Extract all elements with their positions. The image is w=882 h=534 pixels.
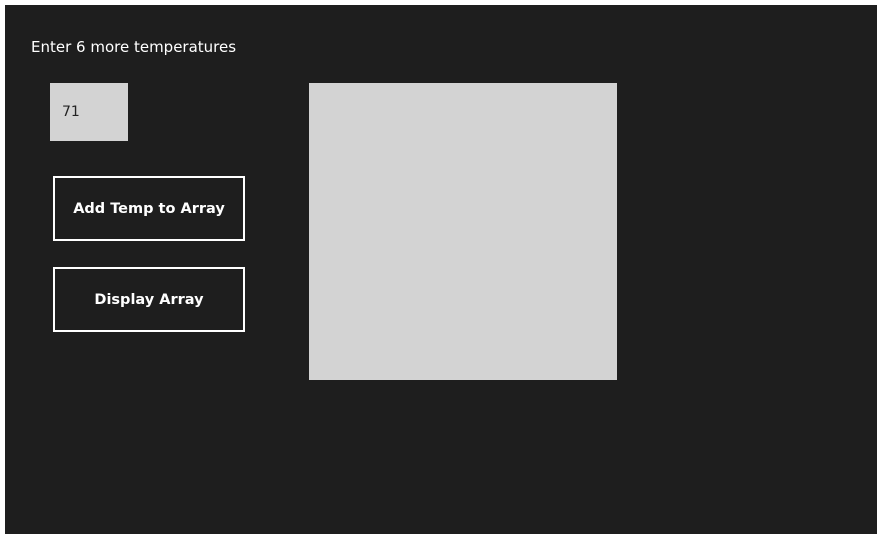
add-temp-button[interactable]: Add Temp to Array [53,176,245,241]
temperature-input[interactable] [50,83,128,141]
app-window: Enter 6 more temperatures Add Temp to Ar… [5,5,877,534]
array-output-box [309,83,617,380]
prompt-label: Enter 6 more temperatures [31,38,237,56]
display-array-button[interactable]: Display Array [53,267,245,332]
